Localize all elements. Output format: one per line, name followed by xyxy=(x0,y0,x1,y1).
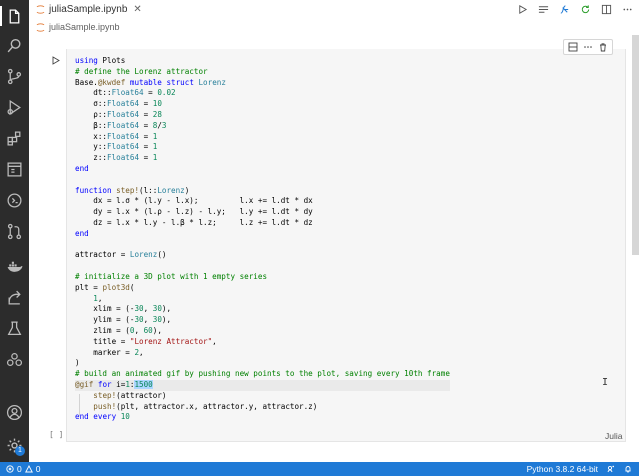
code-line[interactable]: ylim = (-30, 30), xyxy=(75,315,450,326)
code-line[interactable]: x::Float64 = 1 xyxy=(75,132,450,143)
error-icon xyxy=(6,465,14,473)
run-debug-icon[interactable] xyxy=(0,93,29,121)
code-line[interactable]: step!(attractor) xyxy=(75,391,450,402)
feedback-icon[interactable] xyxy=(607,465,615,473)
code-line[interactable]: y::Float64 = 1 xyxy=(75,142,450,153)
code-line[interactable]: ​ xyxy=(75,175,450,186)
breadcrumb-file[interactable]: juliaSample.ipynb xyxy=(49,22,120,32)
remote-icon[interactable] xyxy=(0,186,29,214)
tab-bar: juliaSample.ipynb ✕ xyxy=(29,0,639,19)
code-line[interactable]: # initialize a 3D plot with 1 empty seri… xyxy=(75,272,450,283)
code-editor[interactable]: using Plots # define the Lorenz attractor… xyxy=(75,56,450,423)
split-cell-icon[interactable] xyxy=(568,42,579,53)
code-line[interactable]: dy = l.x * (l.ρ - l.z) - l.y; l.y += l.d… xyxy=(75,207,450,218)
browser-icon[interactable] xyxy=(0,155,29,183)
code-line[interactable]: dx = l.σ * (l.y - l.x); l.x += l.dt * dx xyxy=(75,196,450,207)
code-line[interactable]: z::Float64 = 1 xyxy=(75,153,450,164)
settings-badge: 1 xyxy=(15,446,25,456)
error-count: 0 xyxy=(17,464,22,474)
search-icon[interactable] xyxy=(0,31,29,59)
restart-kernel-icon[interactable] xyxy=(579,4,591,16)
tab-julia-sample[interactable]: juliaSample.ipynb ✕ xyxy=(32,2,146,17)
code-line[interactable]: xlim = (-30, 30), xyxy=(75,304,450,315)
notebook-file-icon xyxy=(36,22,45,32)
clear-outputs-icon[interactable] xyxy=(537,4,549,16)
code-line[interactable]: 1, xyxy=(75,294,450,305)
testing-icon[interactable] xyxy=(0,314,29,342)
code-line[interactable]: dz = l.x * l.y - l.β * l.z; l.z += l.dt … xyxy=(75,218,450,229)
code-line[interactable]: # define the Lorenz attractor xyxy=(75,67,450,78)
split-editor-icon[interactable] xyxy=(600,4,612,16)
breadcrumb: juliaSample.ipynb xyxy=(29,19,120,35)
code-line[interactable]: zlim = (0, 60), xyxy=(75,326,450,337)
code-line[interactable]: ​ xyxy=(75,261,450,272)
status-bar: 0 0 Python 3.8.2 64-bit xyxy=(0,462,639,476)
code-line[interactable]: using Plots xyxy=(75,56,450,67)
live-share-icon[interactable] xyxy=(0,283,29,311)
code-line[interactable]: β::Float64 = 8/3 xyxy=(75,121,450,132)
close-icon[interactable]: ✕ xyxy=(133,4,141,15)
code-line[interactable]: σ::Float64 = 10 xyxy=(75,99,450,110)
tab-title: juliaSample.ipynb xyxy=(49,4,128,15)
code-line[interactable]: end every 10 xyxy=(75,412,450,423)
run-all-icon[interactable] xyxy=(516,4,528,16)
code-line[interactable]: ρ::Float64 = 28 xyxy=(75,110,450,121)
code-line[interactable]: ​ xyxy=(75,240,450,251)
more-actions-icon[interactable] xyxy=(621,4,633,16)
code-line[interactable]: end xyxy=(75,164,450,175)
code-line[interactable]: plt = plot3d( xyxy=(75,283,450,294)
settings-gear-icon[interactable]: 1 xyxy=(0,431,29,459)
code-line[interactable]: # build an animated gif by pushing new p… xyxy=(75,369,450,380)
text-cursor-icon: I xyxy=(602,377,609,388)
code-line[interactable]: ) xyxy=(75,358,450,369)
warning-icon xyxy=(24,465,33,473)
cell-more-icon[interactable] xyxy=(582,42,593,53)
activity-bar: 1 xyxy=(0,0,29,462)
files-icon[interactable] xyxy=(0,2,29,30)
extensions-icon[interactable] xyxy=(0,124,29,152)
code-line[interactable]: push!(plt, attractor.x, attractor.y, att… xyxy=(75,402,450,413)
code-line[interactable]: marker = 2, xyxy=(75,348,450,359)
interpreter-selector[interactable]: Python 3.8.2 64-bit xyxy=(527,464,598,474)
scrollbar[interactable] xyxy=(632,35,639,255)
editor-actions xyxy=(516,2,633,17)
code-line[interactable]: attractor = Lorenz() xyxy=(75,250,450,261)
code-line[interactable]: dt::Float64 = 0.02 xyxy=(75,88,450,99)
code-line[interactable]: title = "Lorenz Attractor", xyxy=(75,337,450,348)
docker-icon[interactable] xyxy=(0,252,29,280)
source-control-icon[interactable] xyxy=(0,62,29,90)
code-line[interactable]: end xyxy=(75,229,450,240)
code-line[interactable]: Base.@kwdef mutable struct Lorenz xyxy=(75,78,450,89)
liveshare-group-icon[interactable] xyxy=(0,345,29,373)
account-icon[interactable] xyxy=(0,398,29,426)
warning-count: 0 xyxy=(35,464,41,474)
notifications-bell-icon[interactable] xyxy=(624,465,632,473)
cell-language[interactable]: Julia xyxy=(605,431,622,441)
delete-cell-icon[interactable] xyxy=(597,42,608,53)
execution-count: [ ] xyxy=(49,430,64,439)
run-cell-button[interactable] xyxy=(51,55,61,65)
pull-request-icon[interactable] xyxy=(0,217,29,245)
cell-toolbar xyxy=(563,39,613,55)
problems-indicator[interactable]: 0 0 xyxy=(0,464,40,474)
notebook-file-icon xyxy=(36,5,45,14)
code-line[interactable]: function step!(l::Lorenz) xyxy=(75,186,450,197)
code-line[interactable]: @gif for i=1:1500 xyxy=(75,379,450,391)
variables-icon[interactable] xyxy=(558,4,570,16)
